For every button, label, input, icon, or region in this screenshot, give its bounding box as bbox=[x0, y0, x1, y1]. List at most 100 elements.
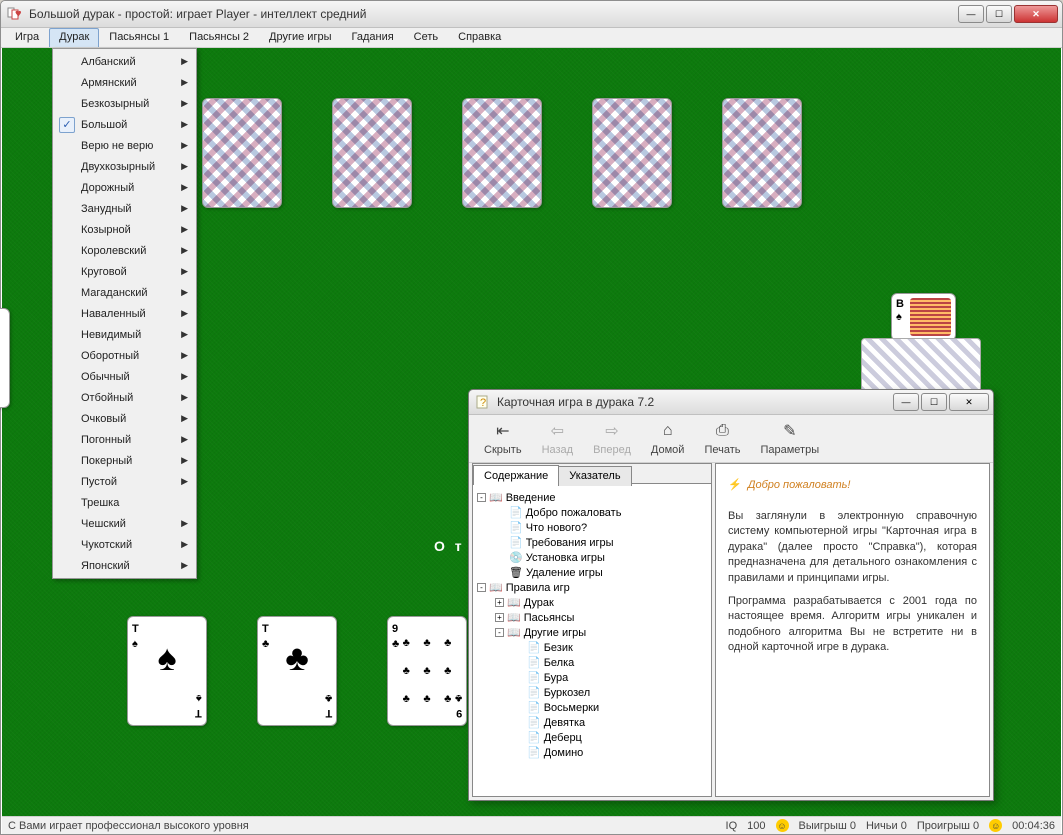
menu-item-Чешский[interactable]: Чешский▶ bbox=[55, 513, 194, 534]
expand-icon[interactable]: + bbox=[495, 598, 504, 607]
page-icon: 📄 bbox=[527, 716, 541, 729]
opponent-card bbox=[592, 98, 672, 208]
menu-item-Отбойный[interactable]: Отбойный▶ bbox=[55, 387, 194, 408]
statusbar: С Вами играет профессионал высокого уров… bbox=[2, 816, 1061, 834]
menu-item-Круговой[interactable]: Круговой▶ bbox=[55, 261, 194, 282]
menu-item-Безкозырный[interactable]: Безкозырный▶ bbox=[55, 93, 194, 114]
help-titlebar[interactable]: ? Карточная игра в дурака 7.2 ✕ bbox=[469, 390, 993, 415]
toolbar-print-button[interactable]: ⎙Печать bbox=[695, 417, 749, 460]
page-icon: 📄 bbox=[527, 671, 541, 684]
menu-item-Трешка[interactable]: Трешка bbox=[55, 492, 194, 513]
help-close-button[interactable]: ✕ bbox=[949, 393, 989, 411]
menu-item-Пустой[interactable]: Пустой▶ bbox=[55, 471, 194, 492]
player-card-nine-clubs[interactable]: 9♣ 9♣ ♣♣♣♣♣♣♣♣♣ bbox=[387, 616, 467, 726]
tree-page[interactable]: 📄Добро пожаловать bbox=[477, 505, 707, 520]
tree-page[interactable]: 💿Установка игры bbox=[477, 550, 707, 565]
iq-label: IQ bbox=[726, 820, 738, 832]
menu-item-Армянский[interactable]: Армянский▶ bbox=[55, 72, 194, 93]
tree-page[interactable]: 📄Домино bbox=[477, 745, 707, 760]
expand-icon[interactable]: - bbox=[477, 493, 486, 502]
print-icon: ⎙ bbox=[711, 421, 733, 441]
tree-page[interactable]: 📄Безик bbox=[477, 640, 707, 655]
menu-item-Двухкозырный[interactable]: Двухкозырный▶ bbox=[55, 156, 194, 177]
check-icon: ✓ bbox=[59, 117, 75, 133]
expand-icon[interactable]: - bbox=[477, 583, 486, 592]
menu-item-Чукотский[interactable]: Чукотский▶ bbox=[55, 534, 194, 555]
menu-item-Королевский[interactable]: Королевский▶ bbox=[55, 240, 194, 261]
menu-item-Обычный[interactable]: Обычный▶ bbox=[55, 366, 194, 387]
help-title: Карточная игра в дурака 7.2 bbox=[497, 395, 893, 409]
expand-icon[interactable]: - bbox=[495, 628, 504, 637]
expand-icon[interactable]: + bbox=[495, 613, 504, 622]
menu-item-Покерный[interactable]: Покерный▶ bbox=[55, 450, 194, 471]
wins-text: Выигрыш 0 bbox=[799, 820, 856, 832]
menu-справка[interactable]: Справка bbox=[448, 28, 511, 47]
tree-book[interactable]: +📖Пасьянсы bbox=[477, 610, 707, 625]
svg-text:?: ? bbox=[480, 397, 486, 409]
submenu-arrow-icon: ▶ bbox=[181, 392, 188, 403]
trump-card: В♠ bbox=[891, 293, 956, 341]
status-hint: С Вами играет профессионал высокого уров… bbox=[8, 820, 249, 832]
menu-item-Большой[interactable]: ✓Большой▶ bbox=[55, 114, 194, 135]
tree-book[interactable]: -📖Правила игр bbox=[477, 580, 707, 595]
menu-игра[interactable]: Игра bbox=[5, 28, 49, 47]
player-card-ace-spades[interactable]: Т♠ Т♠ ♠ bbox=[127, 616, 207, 726]
tree-page[interactable]: 📄Девятка bbox=[477, 715, 707, 730]
menubar: ИграДуракПасьянсы 1Пасьянсы 2Другие игры… bbox=[1, 28, 1062, 48]
menu-item-Магаданский[interactable]: Магаданский▶ bbox=[55, 282, 194, 303]
minimize-button[interactable] bbox=[958, 5, 984, 23]
window-title: Большой дурак - простой: играет Player -… bbox=[29, 7, 958, 21]
tree-page[interactable]: 📄Что нового? bbox=[477, 520, 707, 535]
book-icon: 📖 bbox=[507, 596, 521, 609]
toolbar-home-button[interactable]: ⌂Домой bbox=[642, 417, 694, 460]
close-button[interactable] bbox=[1014, 5, 1058, 23]
menu-item-Японский[interactable]: Японский▶ bbox=[55, 555, 194, 576]
tree-book[interactable]: -📖Другие игры bbox=[477, 625, 707, 640]
forward-icon: ⇨ bbox=[601, 421, 623, 441]
menu-item-Дорожный[interactable]: Дорожный▶ bbox=[55, 177, 194, 198]
menu-item-Очковый[interactable]: Очковый▶ bbox=[55, 408, 194, 429]
page-icon: 📄 bbox=[527, 701, 541, 714]
menu-сеть[interactable]: Сеть bbox=[404, 28, 448, 47]
tree-book[interactable]: +📖Дурак bbox=[477, 595, 707, 610]
menu-пасьянсы 2[interactable]: Пасьянсы 2 bbox=[179, 28, 259, 47]
player-card-ace-clubs[interactable]: Т♣ Т♣ ♣ bbox=[257, 616, 337, 726]
help-paragraph: Программа разрабатывается с 2001 года по… bbox=[728, 594, 977, 656]
maximize-button[interactable] bbox=[986, 5, 1012, 23]
menu-item-Занудный[interactable]: Занудный▶ bbox=[55, 198, 194, 219]
menu-другие игры[interactable]: Другие игры bbox=[259, 28, 341, 47]
page-icon: 💿 bbox=[509, 551, 523, 564]
menu-item-Албанский[interactable]: Албанский▶ bbox=[55, 51, 194, 72]
help-icon: ? bbox=[475, 394, 491, 410]
tab-contents[interactable]: Содержание bbox=[473, 465, 559, 485]
menu-item-Невидимый[interactable]: Невидимый▶ bbox=[55, 324, 194, 345]
tree-page[interactable]: 📄Деберц bbox=[477, 730, 707, 745]
menu-item-Наваленный[interactable]: Наваленный▶ bbox=[55, 303, 194, 324]
tab-index[interactable]: Указатель bbox=[558, 466, 631, 486]
menu-пасьянсы 1[interactable]: Пасьянсы 1 bbox=[99, 28, 179, 47]
menu-item-Оборотный[interactable]: Оборотный▶ bbox=[55, 345, 194, 366]
toolbar-options-button[interactable]: ✎Параметры bbox=[751, 417, 828, 460]
tree-page[interactable]: 📄Буркозел bbox=[477, 685, 707, 700]
menu-item-Верю не верю[interactable]: Верю не верю▶ bbox=[55, 135, 194, 156]
help-maximize-button[interactable] bbox=[921, 393, 947, 411]
help-minimize-button[interactable] bbox=[893, 393, 919, 411]
tree-page[interactable]: 📄Бура bbox=[477, 670, 707, 685]
opponent-card bbox=[462, 98, 542, 208]
main-window: ♥ Большой дурак - простой: играет Player… bbox=[0, 0, 1063, 835]
toolbar-hide-button[interactable]: ⇤Скрыть bbox=[475, 417, 531, 460]
tree-page[interactable]: 📄Белка bbox=[477, 655, 707, 670]
menu-дурак[interactable]: Дурак bbox=[49, 28, 99, 47]
book-icon: 📖 bbox=[489, 491, 503, 504]
tree-book[interactable]: -📖Введение bbox=[477, 490, 707, 505]
menu-item-Погонный[interactable]: Погонный▶ bbox=[55, 429, 194, 450]
main-titlebar[interactable]: ♥ Большой дурак - простой: играет Player… bbox=[1, 1, 1062, 28]
tree-page[interactable]: 📄Восьмерки bbox=[477, 700, 707, 715]
tree-page[interactable]: 🗑Удаление игры bbox=[477, 565, 707, 580]
help-toolbar: ⇤Скрыть⇦Назад⇨Вперед⌂Домой⎙Печать✎Параме… bbox=[469, 415, 993, 463]
help-tabs: Содержание Указатель bbox=[473, 464, 711, 484]
tree-page[interactable]: 📄Требования игры bbox=[477, 535, 707, 550]
menu-item-Козырной[interactable]: Козырной▶ bbox=[55, 219, 194, 240]
menu-гадания[interactable]: Гадания bbox=[342, 28, 404, 47]
losses-text: Проигрыш 0 bbox=[917, 820, 979, 832]
